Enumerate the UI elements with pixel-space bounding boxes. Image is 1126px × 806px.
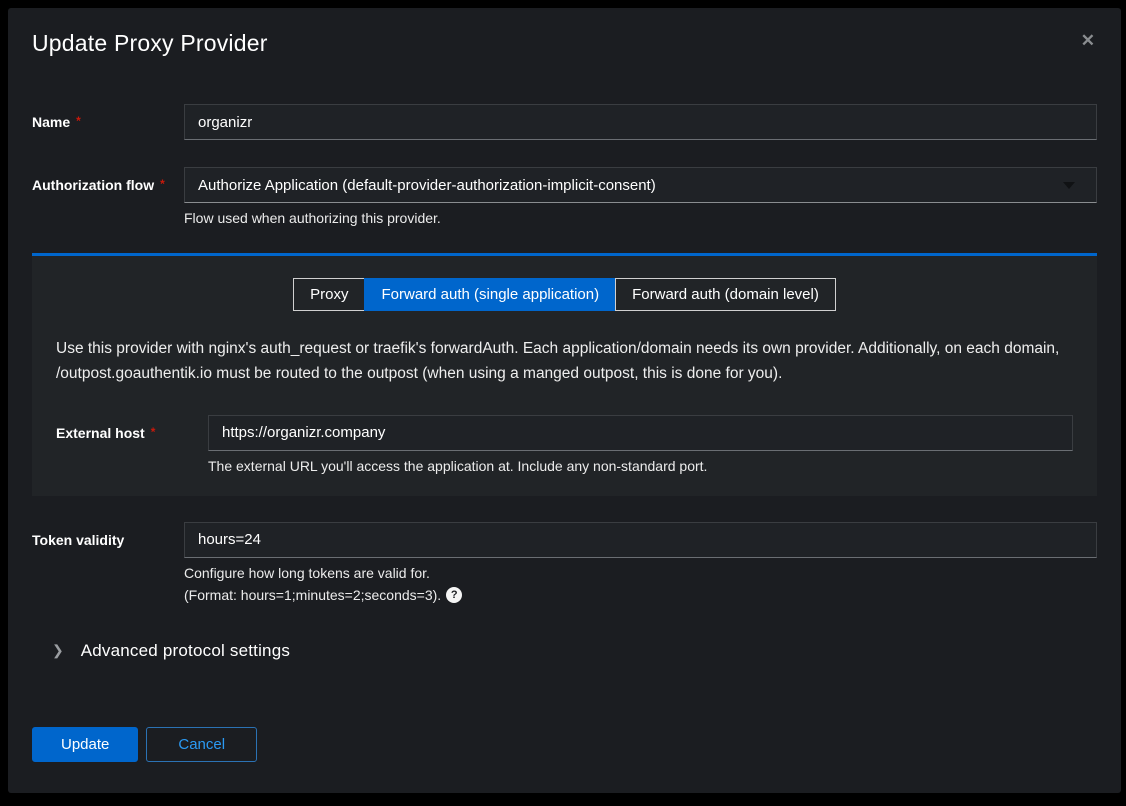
authorization-flow-field-row: Authorization flow * Authorize Applicatio…	[32, 167, 1097, 226]
token-validity-field-row: Token validity Configure how long tokens…	[32, 522, 1097, 603]
authorization-flow-label: Authorization flow *	[32, 167, 184, 226]
name-label: Name *	[32, 104, 184, 140]
token-validity-help: Configure how long tokens are valid for.	[184, 565, 1097, 581]
token-validity-format-help: (Format: hours=1;minutes=2;seconds=3). ?	[184, 587, 1097, 603]
authorization-flow-label-text: Authorization flow	[32, 177, 154, 193]
update-proxy-provider-modal: Update Proxy Provider ✕ Name * Authorizat…	[8, 8, 1121, 793]
tab-proxy[interactable]: Proxy	[293, 278, 365, 311]
advanced-protocol-settings-label: Advanced protocol settings	[81, 641, 290, 661]
advanced-protocol-settings-toggle[interactable]: ❯ Advanced protocol settings	[52, 641, 1097, 661]
name-field-row: Name *	[32, 104, 1097, 140]
update-button[interactable]: Update	[32, 727, 138, 762]
mode-description: Use this provider with nginx's auth_requ…	[56, 337, 1066, 387]
cancel-button[interactable]: Cancel	[146, 727, 257, 762]
name-input[interactable]	[184, 104, 1097, 140]
chevron-right-icon: ❯	[52, 642, 64, 659]
authorization-flow-selected-value: Authorize Application (default-provider-…	[198, 177, 656, 194]
required-asterisk: *	[160, 177, 165, 191]
tab-forward-auth-domain-level[interactable]: Forward auth (domain level)	[615, 278, 836, 311]
authorization-flow-help: Flow used when authorizing this provider…	[184, 210, 1097, 226]
external-host-input[interactable]	[208, 415, 1073, 451]
token-validity-input[interactable]	[184, 522, 1097, 558]
tab-forward-auth-single-application[interactable]: Forward auth (single application)	[364, 278, 616, 311]
chevron-down-icon	[1063, 182, 1075, 189]
required-asterisk: *	[151, 425, 156, 439]
token-validity-label: Token validity	[32, 522, 184, 603]
external-host-label-text: External host	[56, 425, 145, 441]
question-circle-icon[interactable]: ?	[446, 587, 462, 603]
modal-header: Update Proxy Provider ✕	[8, 8, 1121, 57]
required-asterisk: *	[76, 114, 81, 128]
external-host-field-row: External host * The external URL you'll a…	[56, 415, 1073, 474]
token-validity-label-text: Token validity	[32, 532, 124, 548]
authorization-flow-select[interactable]: Authorize Application (default-provider-…	[184, 167, 1097, 203]
token-validity-format-text: (Format: hours=1;minutes=2;seconds=3).	[184, 587, 441, 603]
external-host-label: External host *	[56, 415, 208, 474]
close-icon[interactable]: ✕	[1081, 32, 1095, 49]
modal-body: Name * Authorization flow * Authorize Appl…	[8, 104, 1121, 661]
modal-footer: Update Cancel	[8, 661, 1121, 762]
external-host-help: The external URL you'll access the appli…	[208, 458, 1073, 474]
modal-title: Update Proxy Provider	[32, 30, 1097, 57]
proxy-mode-tabs: Proxy Forward auth (single application) …	[56, 278, 1073, 311]
name-label-text: Name	[32, 114, 70, 130]
proxy-mode-card: Proxy Forward auth (single application) …	[32, 253, 1097, 496]
